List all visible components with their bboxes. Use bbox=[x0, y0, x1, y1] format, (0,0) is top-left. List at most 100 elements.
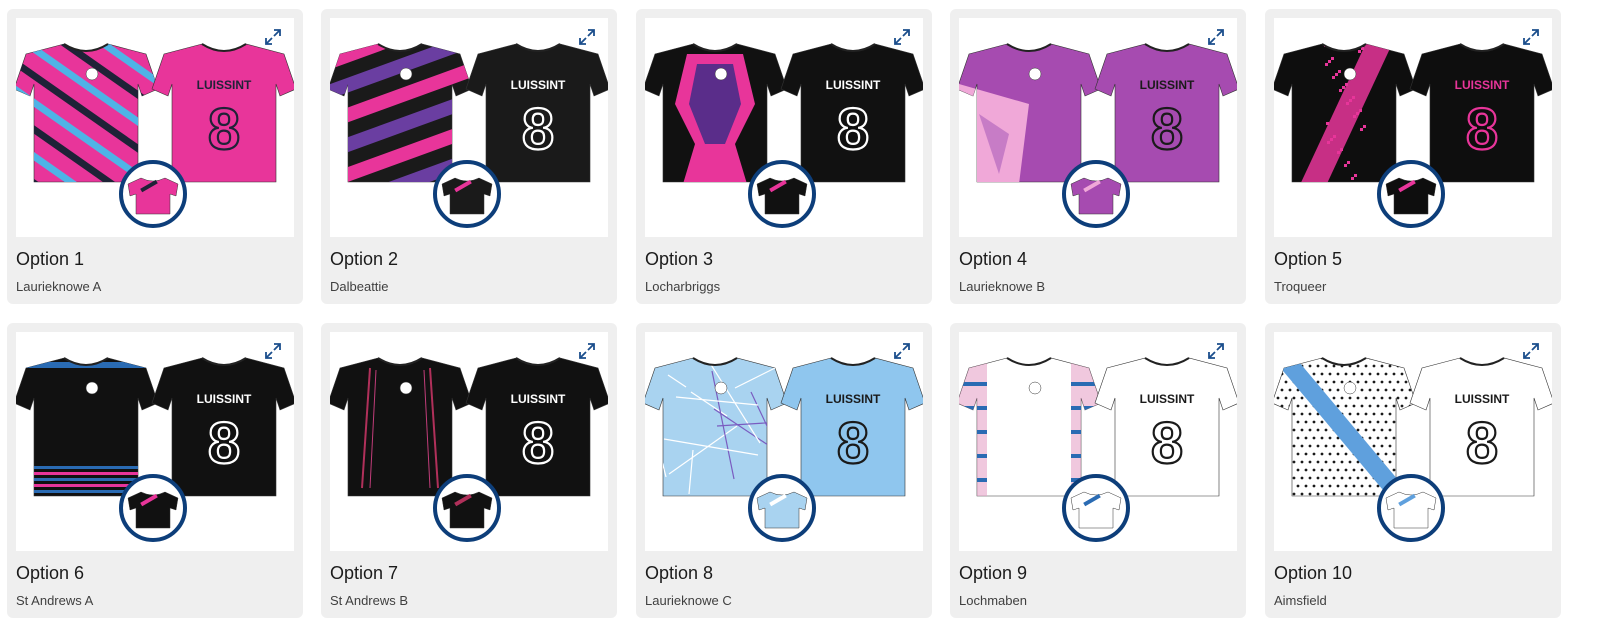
shirt-number: 8 bbox=[1151, 411, 1183, 476]
shirt-back: LUISSINT 8 bbox=[151, 43, 294, 183]
expand-icon[interactable] bbox=[578, 28, 596, 46]
shirt-back: LUISSINT 8 bbox=[1094, 357, 1237, 497]
shirt-number: 8 bbox=[837, 97, 869, 162]
kit-image[interactable]: LUISSINT 8 bbox=[959, 332, 1237, 551]
shirt-number: 8 bbox=[208, 97, 240, 162]
option-location: St Andrews A bbox=[16, 593, 94, 608]
shirt-number: 8 bbox=[522, 97, 554, 162]
kit-option-card[interactable]: LUISSINT 8 Option 8 Laurieknowe C bbox=[636, 323, 932, 618]
shirt-back: LUISSINT 8 bbox=[1409, 357, 1552, 497]
kit-thumbnail bbox=[748, 160, 816, 228]
option-title: Option 4 bbox=[959, 249, 1028, 269]
kit-illustration: LUISSINT 8 bbox=[330, 357, 608, 542]
kit-thumbnail bbox=[1377, 474, 1445, 542]
kit-thumbnail bbox=[1062, 474, 1130, 542]
kit-option-card[interactable]: LUISSINT 8 Option 4 Laurieknowe B bbox=[950, 9, 1246, 304]
kit-thumbnail bbox=[119, 474, 187, 542]
shirt-back: LUISSINT 8 bbox=[780, 43, 923, 183]
kit-illustration: LUISSINT 8 bbox=[1274, 357, 1552, 542]
option-location: Laurieknowe B bbox=[959, 279, 1045, 294]
option-location: Lochmaben bbox=[959, 593, 1027, 608]
kit-illustration: LUISSINT 8 bbox=[16, 357, 294, 542]
shirt-back: LUISSINT 8 bbox=[151, 357, 294, 497]
kit-illustration: LUISSINT 8 bbox=[959, 357, 1237, 542]
kit-image[interactable]: LUISSINT 8 bbox=[330, 18, 608, 237]
shirt-front bbox=[645, 357, 788, 497]
expand-icon[interactable] bbox=[1207, 28, 1225, 46]
shirt-number: 8 bbox=[208, 411, 240, 476]
kit-image[interactable]: LUISSINT 8 bbox=[16, 18, 294, 237]
shirt-number: 8 bbox=[837, 411, 869, 476]
kit-thumbnail bbox=[433, 474, 501, 542]
sponsor-text: LUISSINT bbox=[826, 392, 881, 406]
option-title: Option 9 bbox=[959, 563, 1028, 583]
shirt-number: 8 bbox=[1151, 97, 1183, 162]
expand-icon[interactable] bbox=[1207, 342, 1225, 360]
option-location: Locharbriggs bbox=[645, 279, 721, 294]
kit-thumbnail bbox=[748, 474, 816, 542]
shirt-front bbox=[16, 357, 159, 497]
sponsor-text: LUISSINT bbox=[511, 392, 566, 406]
expand-icon[interactable] bbox=[264, 342, 282, 360]
option-title: Option 7 bbox=[330, 563, 399, 583]
option-title: Option 2 bbox=[330, 249, 399, 269]
shirt-back: LUISSINT 8 bbox=[465, 357, 608, 497]
shirt-number: 8 bbox=[522, 411, 554, 476]
kit-illustration: LUISSINT 8 bbox=[16, 43, 294, 228]
option-title: Option 3 bbox=[645, 249, 714, 269]
shirt-back: LUISSINT 8 bbox=[780, 357, 923, 497]
kit-option-card[interactable]: LUISSINT 8 Option 5 Troqueer bbox=[1265, 9, 1561, 304]
kit-options-grid: LUISSINT 8 Option 1 Laurieknowe A LUISSINT 8 O… bbox=[0, 0, 1600, 635]
sponsor-text: LUISSINT bbox=[1455, 78, 1510, 92]
kit-thumbnail bbox=[1062, 160, 1130, 228]
shirt-number: 8 bbox=[1466, 97, 1498, 162]
option-title: Option 1 bbox=[16, 249, 85, 269]
kit-option-card[interactable]: LUISSINT 8 Option 1 Laurieknowe A bbox=[7, 9, 303, 304]
kit-image[interactable]: LUISSINT 8 bbox=[645, 18, 923, 237]
kit-image[interactable]: LUISSINT 8 bbox=[959, 18, 1237, 237]
kit-thumbnail bbox=[119, 160, 187, 228]
kit-option-card[interactable]: LUISSINT 8 Option 3 Locharbriggs bbox=[636, 9, 932, 304]
shirt-back: LUISSINT 8 bbox=[1409, 43, 1552, 183]
option-title: Option 5 bbox=[1274, 249, 1343, 269]
shirt-front bbox=[959, 357, 1102, 497]
option-location: Laurieknowe A bbox=[16, 279, 102, 294]
sponsor-text: LUISSINT bbox=[1140, 392, 1195, 406]
kit-image[interactable]: LUISSINT 8 bbox=[645, 332, 923, 551]
expand-icon[interactable] bbox=[893, 28, 911, 46]
sponsor-text: LUISSINT bbox=[197, 392, 252, 406]
shirt-front bbox=[645, 43, 788, 183]
expand-icon[interactable] bbox=[578, 342, 596, 360]
kit-option-card[interactable]: LUISSINT 8 Option 10 Aimsfield bbox=[1265, 323, 1561, 618]
kit-image[interactable]: LUISSINT 8 bbox=[1274, 332, 1552, 551]
expand-icon[interactable] bbox=[264, 28, 282, 46]
kit-option-card[interactable]: LUISSINT 8 Option 9 Lochmaben bbox=[950, 323, 1246, 618]
expand-icon[interactable] bbox=[893, 342, 911, 360]
shirt-back: LUISSINT 8 bbox=[465, 43, 608, 183]
kit-thumbnail bbox=[433, 160, 501, 228]
sponsor-text: LUISSINT bbox=[511, 78, 566, 92]
shirt-front bbox=[959, 43, 1102, 183]
kit-option-card[interactable]: LUISSINT 8 Option 7 St Andrews B bbox=[321, 323, 617, 618]
kit-illustration: LUISSINT 8 bbox=[1274, 43, 1552, 228]
option-location: Dalbeattie bbox=[330, 279, 389, 294]
sponsor-text: LUISSINT bbox=[1140, 78, 1195, 92]
sponsor-text: LUISSINT bbox=[197, 78, 252, 92]
kit-illustration: LUISSINT 8 bbox=[645, 43, 923, 228]
kit-thumbnail bbox=[1377, 160, 1445, 228]
kit-option-card[interactable]: LUISSINT 8 Option 6 St Andrews A bbox=[7, 323, 303, 618]
kit-image[interactable]: LUISSINT 8 bbox=[16, 332, 294, 551]
shirt-back: LUISSINT 8 bbox=[1094, 43, 1237, 183]
option-location: Aimsfield bbox=[1274, 593, 1327, 608]
option-location: Laurieknowe C bbox=[645, 593, 732, 608]
option-title: Option 10 bbox=[1274, 563, 1353, 583]
option-location: Troqueer bbox=[1274, 279, 1327, 294]
option-title: Option 8 bbox=[645, 563, 714, 583]
sponsor-text: LUISSINT bbox=[826, 78, 881, 92]
kit-option-card[interactable]: LUISSINT 8 Option 2 Dalbeattie bbox=[321, 9, 617, 304]
expand-icon[interactable] bbox=[1522, 28, 1540, 46]
kit-image[interactable]: LUISSINT 8 bbox=[330, 332, 608, 551]
kit-image[interactable]: LUISSINT 8 bbox=[1274, 18, 1552, 237]
option-location: St Andrews B bbox=[330, 593, 409, 608]
expand-icon[interactable] bbox=[1522, 342, 1540, 360]
